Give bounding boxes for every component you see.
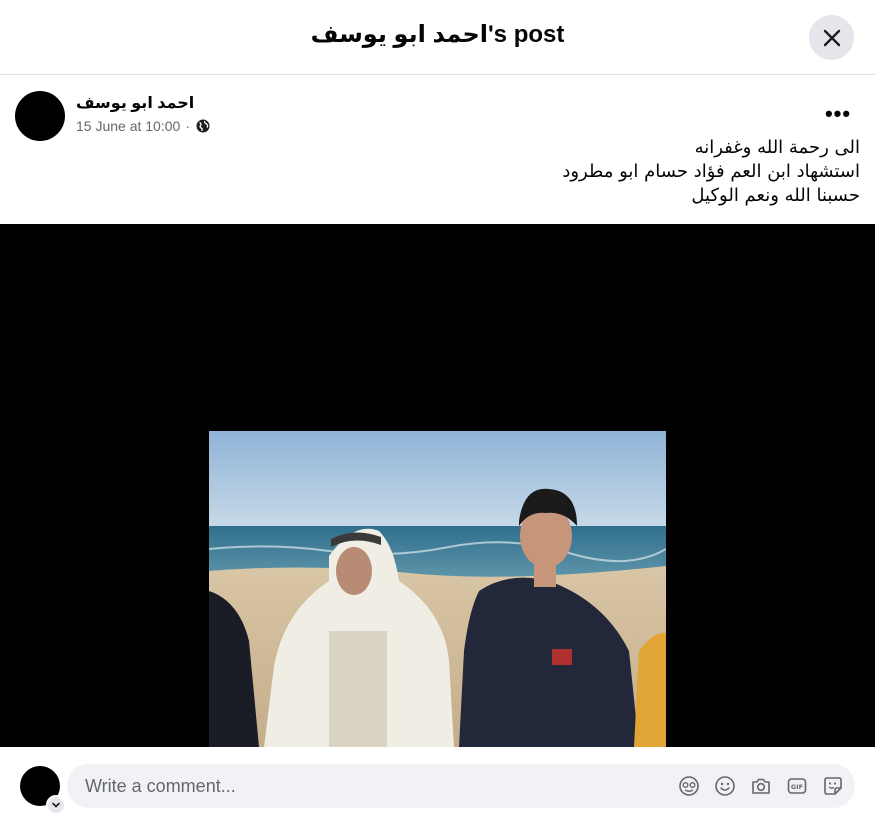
post-dialog-header: احمد ابو يوسف's post (0, 0, 875, 75)
globe-icon[interactable] (195, 118, 211, 134)
post-timestamp[interactable]: 15 June at 10:00 (76, 118, 180, 134)
comment-bar: GIF (0, 747, 875, 832)
gif-button[interactable]: GIF (785, 774, 809, 798)
photo-button[interactable] (749, 774, 773, 798)
comment-actions: GIF (677, 774, 845, 798)
gif-icon: GIF (787, 778, 807, 794)
more-options-button[interactable]: ••• (823, 101, 853, 126)
svg-text:GIF: GIF (791, 783, 803, 791)
avatar-sticker-button[interactable] (677, 774, 701, 798)
post-meta: 15 June at 10:00 · (76, 118, 211, 134)
emoji-button[interactable] (713, 774, 737, 798)
camera-icon (752, 778, 770, 794)
emoji-icon (715, 776, 735, 796)
close-button[interactable] (809, 15, 854, 60)
close-icon (823, 29, 840, 46)
comment-input[interactable] (83, 774, 647, 798)
post-text: الى رحمة الله وغفرانه استشهاد ابن العم ف… (562, 136, 860, 208)
meta-separator: · (185, 118, 190, 134)
profile-switch-button[interactable] (46, 795, 66, 815)
post-text-line: استشهاد ابن العم فؤاد حسام ابو مطرود (562, 161, 860, 182)
photo-image (209, 431, 666, 747)
more-options-icon: ••• (824, 101, 852, 126)
avatar-sticker-icon (679, 776, 699, 796)
author-avatar[interactable] (15, 91, 65, 141)
sticker-icon (824, 777, 842, 795)
sticker-button[interactable] (821, 774, 845, 798)
comment-input-container[interactable]: GIF (67, 764, 855, 808)
post-text-line: الى رحمة الله وغفرانه (694, 137, 860, 158)
post-media[interactable] (0, 224, 875, 747)
dialog-title: احمد ابو يوسف's post (310, 21, 565, 48)
author-name[interactable]: احمد ابو يوسف (76, 93, 194, 113)
chevron-down-icon (52, 802, 60, 808)
post-text-line: حسبنا الله ونعم الوكيل (691, 185, 860, 206)
post-photo[interactable] (209, 431, 666, 747)
post-header: احمد ابو يوسف 15 June at 10:00 · ••• الى… (0, 76, 875, 224)
